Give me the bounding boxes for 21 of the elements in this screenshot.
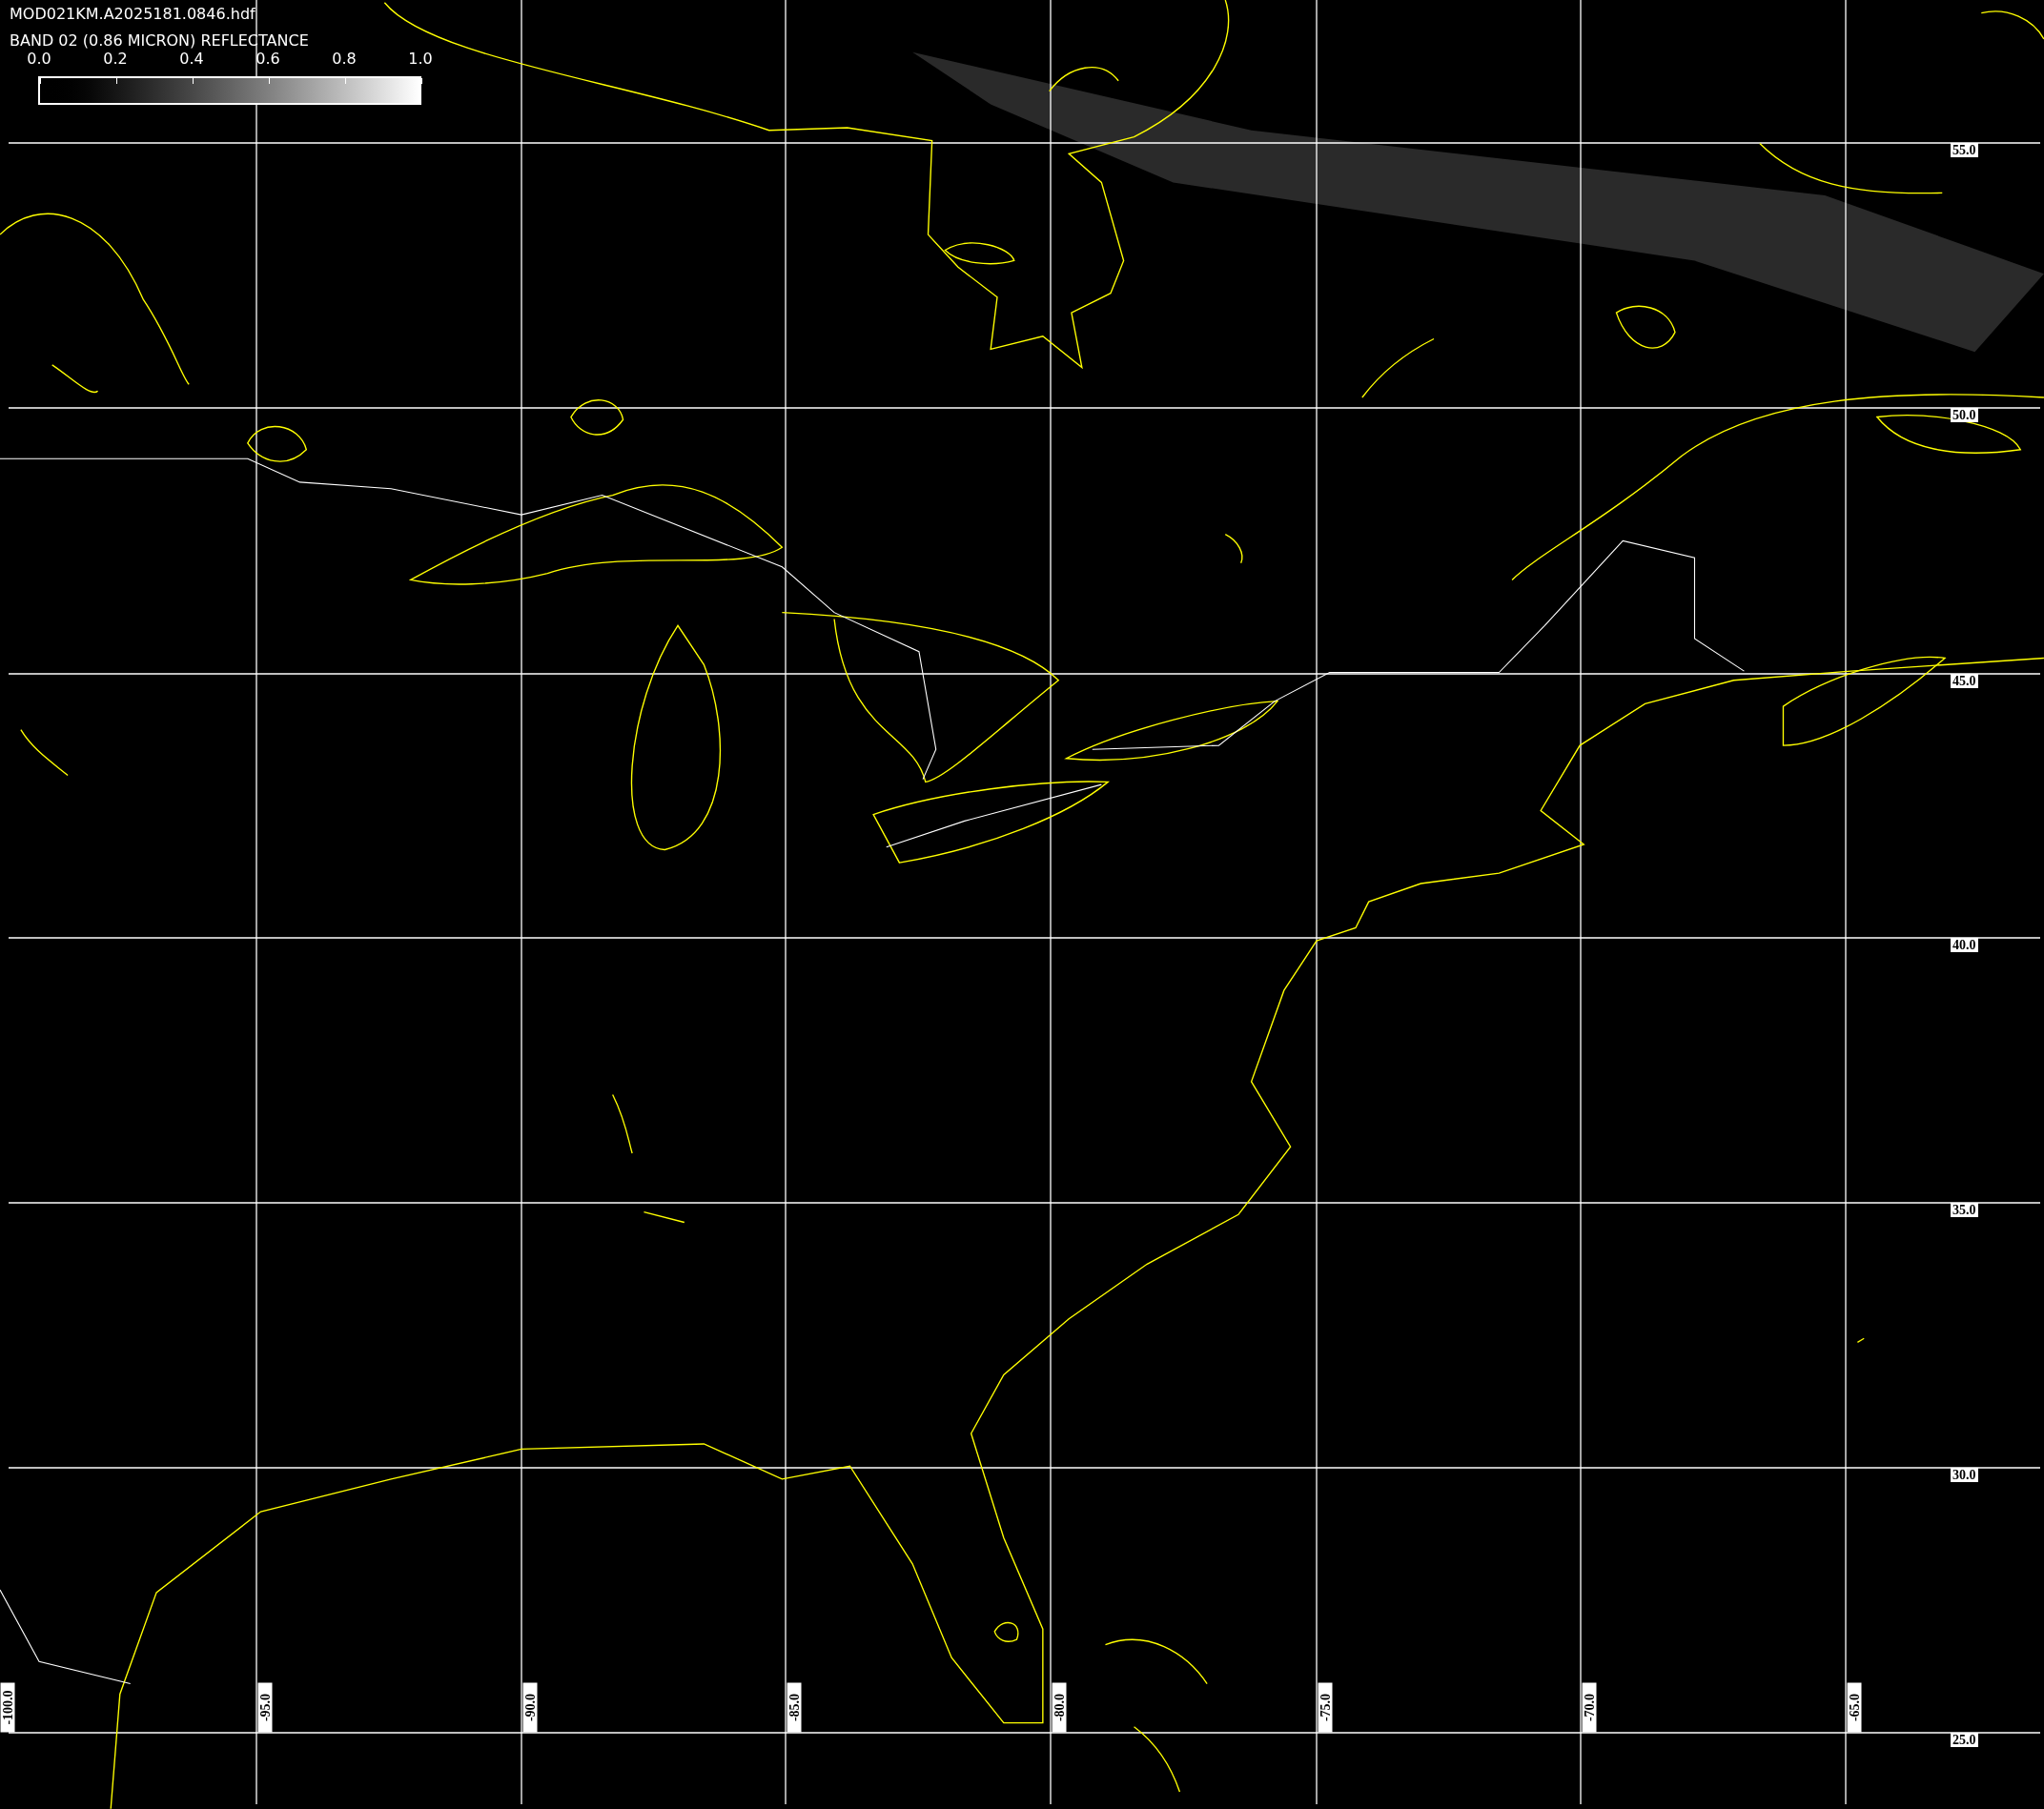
latitude-label: 35.0 (1951, 1203, 1978, 1217)
colorbar-tick-label: 0.0 (26, 51, 52, 68)
latitude-label: 30.0 (1951, 1468, 1978, 1482)
longitude-label: -70.0 (1582, 1682, 1597, 1733)
file-name: MOD021KM.A2025181.0846.hdf (10, 5, 256, 24)
colorbar-tick-label: 0.4 (178, 51, 205, 68)
colorbar-tick-label: 0.2 (102, 51, 129, 68)
longitude-label: -100.0 (0, 1682, 15, 1733)
longitude-label: -90.0 (522, 1682, 538, 1733)
longitude-label: -85.0 (787, 1682, 802, 1733)
longitude-label: -75.0 (1318, 1682, 1333, 1733)
longitude-label: -80.0 (1052, 1682, 1067, 1733)
latitude-label: 40.0 (1951, 938, 1978, 952)
longitude-label: -65.0 (1847, 1682, 1862, 1733)
latitude-label: 50.0 (1951, 408, 1978, 422)
longitude-label: -95.0 (257, 1682, 273, 1733)
latitude-label: 25.0 (1951, 1733, 1978, 1747)
latitude-label: 45.0 (1951, 674, 1978, 688)
latitude-label: 55.0 (1951, 143, 1978, 157)
colorbar-tick-label: 0.8 (331, 51, 358, 68)
colorbar-tick-label: 1.0 (407, 51, 434, 68)
